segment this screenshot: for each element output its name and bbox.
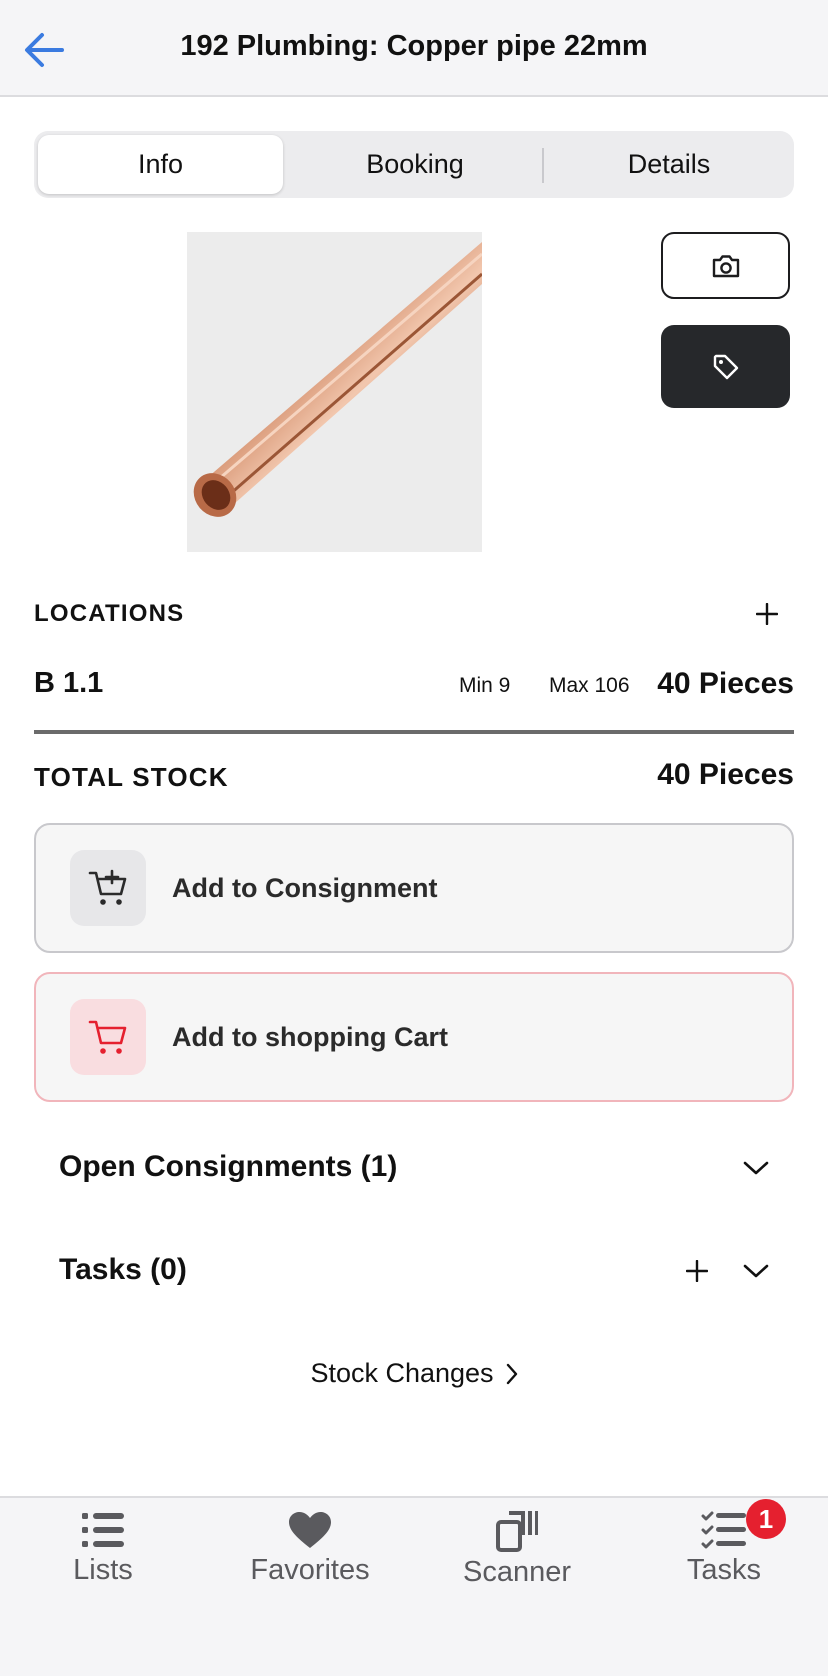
camera-icon (712, 254, 739, 277)
label-button[interactable] (661, 325, 790, 408)
location-quantity: 40 Pieces (657, 667, 794, 700)
tab-scanner-label: Scanner (462, 1556, 571, 1588)
open-consignments-toggle[interactable] (740, 1152, 772, 1184)
tag-icon (713, 354, 738, 379)
tab-lists-label: Lists (73, 1554, 133, 1586)
tab-scanner[interactable]: Scanner (427, 1510, 607, 1589)
add-to-cart-label: Add to shopping Cart (172, 1021, 448, 1052)
plus-icon (686, 1260, 708, 1282)
scanner-icon (496, 1511, 538, 1552)
tab-info[interactable]: Info (38, 135, 283, 194)
stock-changes-label: Stock Changes (310, 1358, 494, 1388)
add-to-cart-button[interactable]: Add to shopping Cart (34, 972, 794, 1102)
page-title: 192 Plumbing: Copper pipe 22mm (180, 30, 648, 62)
cart-icon-box (70, 999, 146, 1075)
location-name[interactable]: B 1.1 (34, 667, 103, 700)
bottom-tab-bar: Lists Favorites Scanner Tasks (0, 1496, 828, 1676)
location-max: Max 106 (549, 674, 630, 697)
tasks-header[interactable]: Tasks (0) (59, 1253, 187, 1287)
divider (34, 730, 794, 734)
tab-tasks-label: Tasks (686, 1554, 762, 1586)
tab-booking[interactable]: Booking (292, 135, 538, 194)
segment-divider (542, 148, 544, 183)
camera-button[interactable] (661, 232, 790, 299)
chevron-down-icon (743, 1161, 769, 1175)
tab-lists[interactable]: Lists (13, 1510, 193, 1587)
add-location-button[interactable] (752, 596, 782, 632)
tab-favorites-label: Favorites (250, 1554, 370, 1586)
chevron-right-icon (506, 1363, 517, 1384)
location-min: Min 9 (459, 674, 511, 697)
open-consignments-header[interactable]: Open Consignments (1) (59, 1150, 397, 1184)
total-stock-quantity: 40 Pieces (657, 758, 794, 791)
tasks-toggle[interactable] (740, 1255, 772, 1287)
tab-tasks[interactable]: Tasks (634, 1510, 814, 1587)
tab-details[interactable]: Details (548, 135, 790, 194)
total-stock-label: TOTAL STOCK (34, 762, 229, 792)
add-to-consignment-button[interactable]: Add to Consignment (34, 823, 794, 953)
app: 192 Plumbing: Copper pipe 22mm Info Book… (0, 0, 828, 1676)
add-task-button[interactable] (681, 1255, 713, 1287)
task-checklist-icon (701, 1511, 746, 1549)
list-icon (82, 1513, 124, 1547)
plus-icon (756, 603, 778, 625)
segmented-control: Info Booking Details (34, 131, 794, 198)
product-image[interactable] (187, 232, 482, 552)
stock-changes-link[interactable]: Stock Changes (0, 1358, 828, 1389)
nav-header: 192 Plumbing: Copper pipe 22mm (0, 0, 828, 97)
heart-icon (289, 1512, 331, 1548)
tab-favorites[interactable]: Favorites (220, 1510, 400, 1587)
cart-plus-icon (88, 869, 127, 905)
locations-heading: LOCATIONS (34, 600, 185, 627)
copper-pipe-image (187, 232, 482, 552)
shopping-cart-icon (88, 1020, 127, 1054)
cart-add-icon-box (70, 850, 146, 926)
tasks-badge: 1 (746, 1499, 786, 1539)
add-to-consignment-label: Add to Consignment (172, 872, 438, 903)
chevron-down-icon (743, 1264, 769, 1278)
